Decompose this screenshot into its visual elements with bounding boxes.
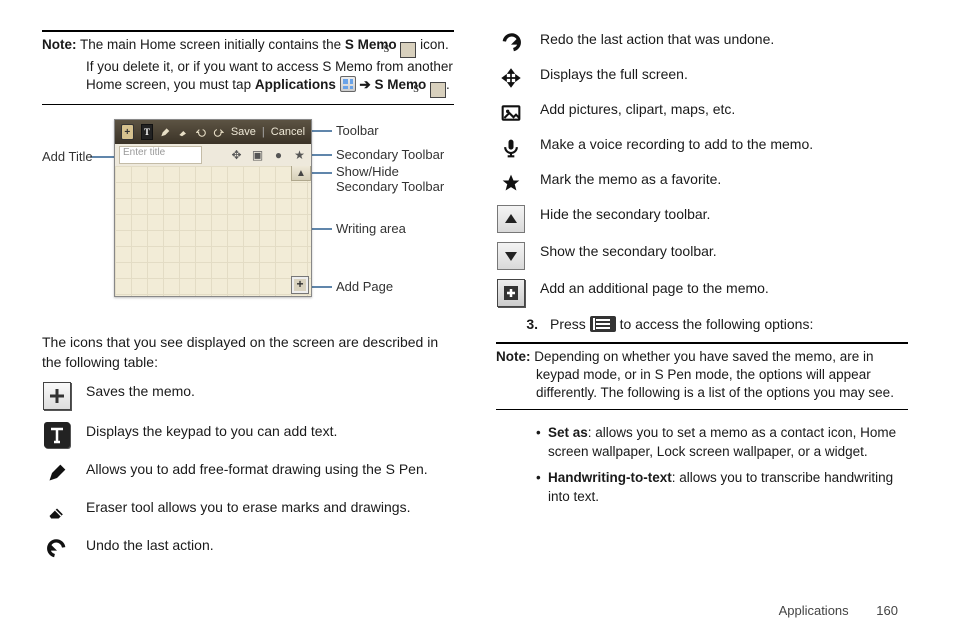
callout-secondary-toolbar: Secondary Toolbar (336, 147, 444, 162)
triangle-down-icon (497, 242, 525, 270)
footer-section: Applications (779, 603, 849, 618)
bullet-handwriting: Handwriting-to-text: allows you to trans… (536, 469, 908, 507)
plus-save-icon (43, 382, 71, 410)
row-show-toolbar: Show the secondary toolbar. (496, 242, 908, 270)
toolbar-save-button[interactable]: Save (231, 126, 256, 138)
intro-paragraph: The icons that you see displayed on the … (42, 333, 454, 372)
row-fullscreen: Displays the full screen. (496, 65, 908, 91)
text-mode-icon[interactable]: T (141, 124, 154, 140)
page-footer: Applications 160 (779, 603, 898, 618)
undo-icon[interactable] (196, 125, 207, 139)
note-label: Note: (496, 349, 531, 364)
eraser-tool-icon (44, 498, 70, 524)
picture-icon[interactable]: ▣ (250, 147, 265, 163)
callout-toolbar: Toolbar (336, 123, 379, 138)
s-memo-icon: S (400, 42, 416, 58)
hide-toolbar-toggle[interactable]: ▲ (291, 166, 311, 181)
row-eraser: Eraser tool allows you to erase marks an… (42, 498, 454, 524)
callout-show-hide: Show/Hide Secondary Toolbar (336, 165, 444, 195)
add-page-plus-icon (497, 279, 525, 307)
row-redo: Redo the last action that was undone. (496, 30, 908, 56)
fullscreen-icon[interactable]: ✥ (229, 147, 244, 163)
toolbar-cancel-button[interactable]: Cancel (271, 126, 305, 138)
add-page-button[interactable]: + (291, 276, 309, 294)
insert-picture-icon (498, 100, 524, 126)
callout-add-page: Add Page (336, 279, 393, 294)
triangle-up-icon (497, 205, 525, 233)
secondary-toolbar: Enter title ✥ ▣ ● ★ (115, 144, 311, 167)
note-right: Note: Depending on whether you have save… (496, 342, 908, 410)
mic-icon[interactable]: ● (271, 147, 286, 163)
pen-draw-icon (44, 460, 70, 486)
writing-area[interactable] (115, 166, 311, 296)
undo-arrow-icon (44, 536, 70, 562)
redo-icon[interactable] (213, 125, 224, 139)
eraser-icon[interactable] (178, 125, 189, 139)
row-save: Saves the memo. (42, 382, 454, 410)
text-icon (44, 422, 70, 448)
row-hide-toolbar: Hide the secondary toolbar. (496, 205, 908, 233)
callout-writing-area: Writing area (336, 221, 406, 236)
redo-arrow-icon (498, 30, 524, 56)
primary-toolbar: + T Save | (115, 120, 311, 144)
right-column: Redo the last action that was undone. Di… (496, 30, 908, 616)
smemo-figure: Add Title Toolbar Secondary Toolbar Show… (42, 119, 454, 319)
row-pen: Allows you to add free-format drawing us… (42, 460, 454, 486)
title-input[interactable]: Enter title (119, 146, 202, 164)
applications-icon (340, 76, 356, 92)
row-text: Displays the keypad to you can add text. (42, 422, 454, 448)
row-favorite: Mark the memo as a favorite. (496, 170, 908, 196)
row-voice: Make a voice recording to add to the mem… (496, 135, 908, 161)
note-top: Note: The main Home screen initially con… (42, 36, 454, 105)
step-number: 3. (518, 316, 538, 332)
row-undo: Undo the last action. (42, 536, 454, 562)
pen-icon[interactable] (160, 125, 171, 139)
step-3: 3. Press to access the following options… (518, 316, 908, 332)
menu-hardkey-icon (590, 316, 616, 332)
fullscreen-move-icon (498, 65, 524, 91)
row-picture: Add pictures, clipart, maps, etc. (496, 100, 908, 126)
callout-add-title: Add Title (42, 149, 93, 164)
note-label: Note: (42, 37, 77, 52)
options-bullets: Set as: allows you to set a memo as a co… (536, 424, 908, 508)
s-memo-icon: S (430, 82, 446, 98)
row-add-page: Add an additional page to the memo. (496, 279, 908, 307)
save-icon[interactable]: + (121, 124, 134, 140)
left-column: Note: The main Home screen initially con… (42, 30, 454, 616)
memo-screen: + T Save | (114, 119, 312, 297)
microphone-icon (498, 135, 524, 161)
star-icon[interactable]: ★ (292, 147, 307, 163)
footer-page-number: 160 (876, 603, 898, 618)
bullet-set-as: Set as: allows you to set a memo as a co… (536, 424, 908, 462)
star-favorite-icon (498, 170, 524, 196)
